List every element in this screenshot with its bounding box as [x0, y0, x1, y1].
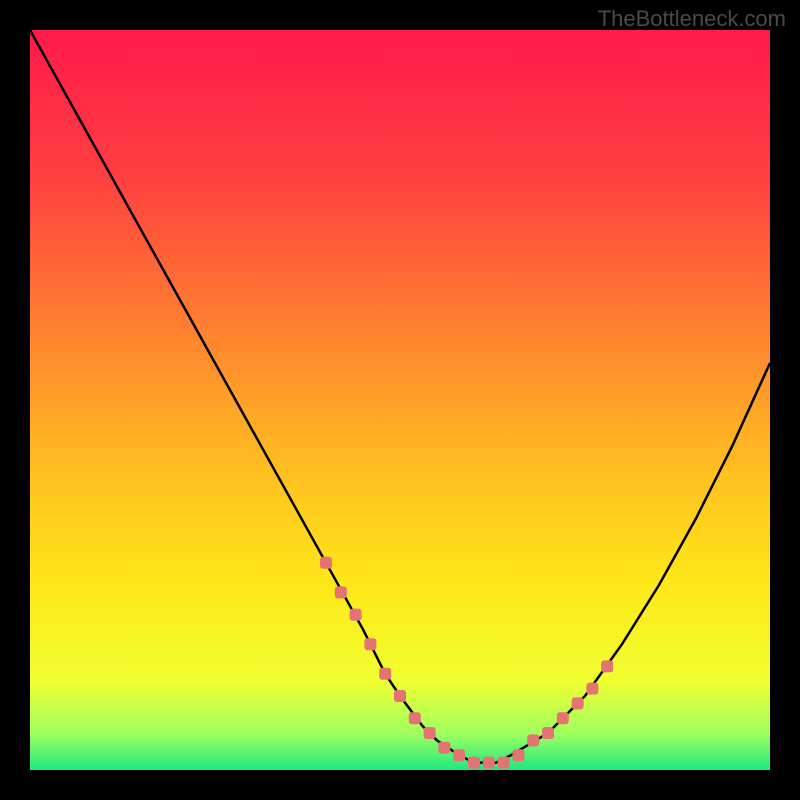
plot-area: [30, 30, 770, 770]
marker-point: [512, 749, 524, 761]
marker-point: [350, 609, 362, 621]
marker-point: [364, 638, 376, 650]
marker-point: [424, 727, 436, 739]
marker-point: [586, 683, 598, 695]
marker-point: [335, 586, 347, 598]
marker-point: [527, 734, 539, 746]
watermark-text: TheBottleneck.com: [598, 6, 786, 32]
marker-point: [394, 690, 406, 702]
marker-point: [409, 712, 421, 724]
marker-point: [557, 712, 569, 724]
highlight-markers: [320, 557, 613, 769]
marker-point: [320, 557, 332, 569]
marker-point: [483, 757, 495, 769]
bottleneck-curve: [30, 30, 770, 763]
curve-layer: [30, 30, 770, 770]
marker-point: [542, 727, 554, 739]
marker-point: [438, 742, 450, 754]
marker-point: [453, 749, 465, 761]
marker-point: [379, 668, 391, 680]
marker-point: [601, 660, 613, 672]
marker-point: [572, 697, 584, 709]
marker-point: [468, 757, 480, 769]
marker-point: [498, 757, 510, 769]
